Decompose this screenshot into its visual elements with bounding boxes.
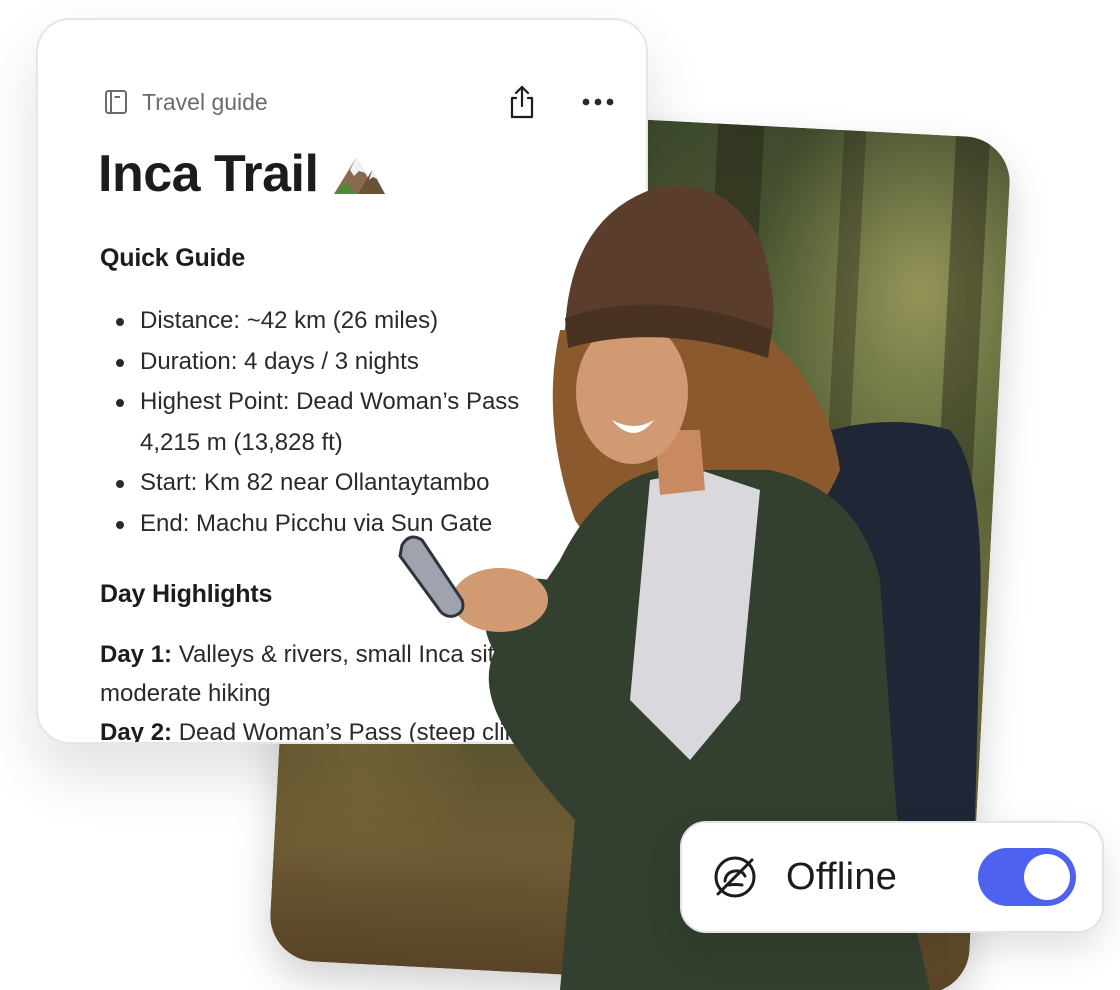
day-highlights-heading: Day Highlights	[100, 580, 273, 608]
notebook-icon	[105, 90, 127, 114]
day-text: Valleys & rivers, small Inca sites,	[172, 641, 527, 668]
more-button[interactable]	[580, 84, 616, 120]
day-text-continuation: moderate hiking	[100, 680, 271, 707]
travel-guide-card: Travel guide Inca Trail Quick Guide Dist…	[36, 18, 648, 744]
list-item: Start: Km 82 near Ollantaytambo	[100, 463, 620, 504]
day-label: Day 2:	[100, 719, 173, 744]
mountain-emoji-icon	[334, 158, 386, 194]
breadcrumb-label: Travel guide	[142, 88, 268, 115]
header-actions	[504, 84, 616, 120]
day-entry: Day 2: Dead Woman’s Pass (steep climb)	[100, 713, 620, 744]
stage: Travel guide Inca Trail Quick Guide Dist…	[0, 0, 1120, 990]
quick-guide-list: Distance: ~42 km (26 miles) Duration: 4 …	[100, 301, 620, 544]
day-text: Dead Woman’s Pass (steep climb)	[172, 719, 546, 744]
share-button[interactable]	[504, 84, 540, 120]
list-item: Duration: 4 days / 3 nights	[100, 342, 620, 383]
page-title: Inca Trail	[98, 144, 386, 204]
list-item: Distance: ~42 km (26 miles)	[100, 301, 620, 342]
day-label: Day 1:	[100, 641, 173, 668]
toggle-knob	[1024, 854, 1070, 900]
more-horizontal-icon	[582, 98, 614, 106]
cloud-off-icon	[714, 856, 756, 898]
share-icon	[510, 85, 534, 119]
doc-body: Quick Guide Distance: ~42 km (26 miles) …	[100, 244, 620, 744]
list-item-line: 4,215 m (13,828 ft)	[140, 428, 343, 456]
page-title-text: Inca Trail	[98, 145, 319, 203]
quick-guide-heading: Quick Guide	[100, 244, 246, 272]
list-item-line: Highest Point: Dead Woman’s Pass	[140, 388, 520, 415]
doc-header: Travel guide	[104, 82, 616, 122]
offline-toggle-card: Offline	[680, 821, 1104, 933]
breadcrumb[interactable]: Travel guide	[104, 89, 268, 116]
list-item: End: Machu Picchu via Sun Gate	[100, 504, 620, 545]
list-item: Highest Point: Dead Woman’s Pass 4,215 m…	[100, 382, 620, 463]
day-highlights-list: Day 1: Valleys & rivers, small Inca site…	[100, 635, 620, 744]
day-entry: Day 1: Valleys & rivers, small Inca site…	[100, 635, 620, 713]
offline-label: Offline	[786, 855, 898, 898]
offline-toggle[interactable]	[978, 848, 1076, 906]
